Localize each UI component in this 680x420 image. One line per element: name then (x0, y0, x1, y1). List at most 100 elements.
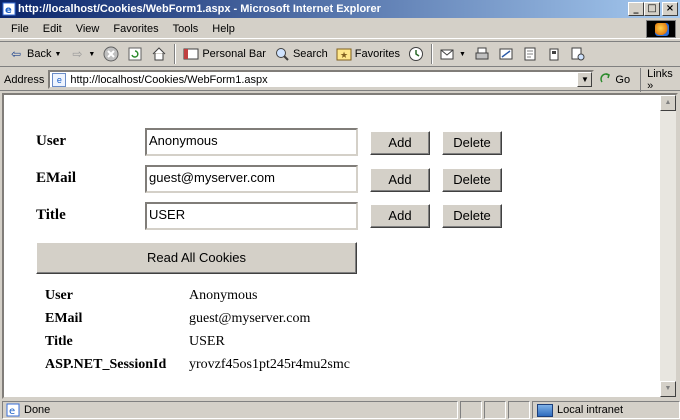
research-icon (570, 46, 586, 62)
window-title-bar: e http://localhost/Cookies/WebForm1.aspx… (0, 0, 680, 18)
go-arrow-icon (600, 72, 612, 88)
add-title-button[interactable]: Add (370, 204, 430, 228)
menu-help[interactable]: Help (205, 23, 242, 35)
print-button[interactable] (470, 43, 494, 65)
title-input[interactable]: USER (145, 202, 358, 230)
cookie-key: ASP.NET_SessionId (45, 357, 167, 372)
cookie-value: Anonymous (189, 288, 258, 303)
toolbar-separator (174, 44, 177, 64)
page-done-icon: e (6, 403, 20, 417)
local-intranet-icon (537, 403, 553, 417)
chevron-down-icon[interactable]: ▼ (54, 51, 61, 58)
security-zone-panel: Local intranet (532, 401, 680, 419)
svg-text:e: e (5, 5, 12, 16)
mail-icon (440, 46, 456, 62)
menu-edit[interactable]: Edit (36, 23, 69, 35)
zone-label: Local intranet (557, 404, 624, 416)
go-label: Go (615, 73, 631, 86)
back-label: Back (27, 48, 52, 60)
delete-email-button[interactable]: Delete (442, 168, 502, 192)
messenger-button[interactable] (542, 43, 566, 65)
address-label: Address (4, 73, 45, 86)
history-button[interactable] (404, 43, 428, 65)
home-icon (151, 46, 167, 62)
page-viewport: User Anonymous Add Delete EMail guest@my… (2, 93, 678, 399)
cookie-value: USER (189, 334, 225, 349)
print-icon (474, 46, 490, 62)
edit-icon (498, 46, 514, 62)
ie-page-icon: e (2, 2, 16, 16)
edit-button[interactable] (494, 43, 518, 65)
forward-arrow-icon: ⇨ (72, 47, 83, 61)
user-input[interactable]: Anonymous (145, 128, 358, 156)
history-icon (408, 46, 424, 62)
minimize-button[interactable]: _ (628, 2, 644, 16)
user-label: User (36, 133, 66, 149)
cookie-value: yrovzf45os1pt245r4mu2smc (189, 357, 350, 372)
address-url[interactable]: http://localhost/Cookies/WebForm1.aspx (70, 74, 267, 86)
home-button[interactable] (147, 43, 171, 65)
svg-text:★: ★ (340, 51, 348, 61)
go-button[interactable]: Go (600, 72, 630, 88)
add-email-button[interactable]: Add (370, 168, 430, 192)
links-button[interactable]: Links » (640, 67, 680, 92)
menu-view[interactable]: View (69, 23, 107, 35)
favorites-button[interactable]: ★ Favorites (332, 43, 404, 65)
address-input[interactable]: e http://localhost/Cookies/WebForm1.aspx… (48, 70, 595, 89)
personal-bar-icon (183, 46, 199, 62)
svg-text:e: e (9, 406, 15, 417)
stop-icon (103, 46, 119, 62)
address-dropdown-icon[interactable]: ▼ (577, 72, 593, 87)
refresh-button[interactable] (123, 43, 147, 65)
email-input[interactable]: guest@myserver.com (145, 165, 358, 193)
discuss-button[interactable] (518, 43, 542, 65)
ie-throbber-icon (646, 20, 676, 38)
search-label: Search (292, 48, 328, 60)
back-button[interactable]: ⇦ Back ▼ (4, 43, 65, 65)
status-main-panel: e Done (2, 401, 458, 419)
messenger-icon (546, 46, 562, 62)
refresh-icon (127, 46, 143, 62)
delete-user-button[interactable]: Delete (442, 131, 502, 155)
discuss-icon (522, 46, 538, 62)
status-panel (460, 401, 482, 419)
vertical-scrollbar[interactable]: ▲ ▼ (660, 95, 676, 397)
toolbar-separator (431, 44, 434, 64)
status-panel (484, 401, 506, 419)
add-user-button[interactable]: Add (370, 131, 430, 155)
read-all-cookies-button[interactable]: Read All Cookies (36, 242, 357, 274)
forward-button[interactable]: ⇨ ▼ (65, 43, 99, 65)
chevron-down-icon[interactable]: ▼ (88, 51, 95, 58)
email-label: EMail (36, 170, 76, 186)
window-title: http://localhost/Cookies/WebForm1.aspx -… (18, 3, 381, 15)
personal-bar-label: Personal Bar (202, 48, 266, 60)
status-panel (508, 401, 530, 419)
stop-button[interactable] (99, 43, 123, 65)
personal-bar-button[interactable]: Personal Bar (179, 43, 270, 65)
scroll-up-icon[interactable]: ▲ (660, 95, 676, 111)
menu-tools[interactable]: Tools (166, 23, 206, 35)
maximize-button[interactable]: □ (644, 2, 660, 16)
menu-file[interactable]: File (4, 23, 36, 35)
back-arrow-icon: ⇦ (10, 47, 22, 61)
favorites-icon: ★ (336, 46, 352, 62)
research-button[interactable] (566, 43, 590, 65)
search-icon (274, 46, 290, 62)
cookie-value: guest@myserver.com (189, 311, 311, 326)
favorites-label: Favorites (354, 48, 401, 60)
mail-button[interactable]: ▼ (436, 43, 470, 65)
close-button[interactable]: × (662, 2, 678, 16)
delete-title-button[interactable]: Delete (442, 204, 502, 228)
page-icon: e (52, 72, 67, 87)
chevron-down-icon[interactable]: ▼ (459, 51, 466, 58)
address-bar: Address e http://localhost/Cookies/WebFo… (0, 67, 680, 92)
cookie-key: Title (45, 334, 73, 349)
title-label: Title (36, 207, 66, 223)
scroll-down-icon[interactable]: ▼ (660, 381, 676, 397)
menu-favorites[interactable]: Favorites (106, 23, 165, 35)
cookie-key: EMail (45, 311, 83, 326)
search-button[interactable]: Search (270, 43, 332, 65)
status-text: Done (24, 404, 51, 416)
cookie-key: User (45, 288, 73, 303)
status-bar: e Done Local intranet (0, 400, 680, 420)
